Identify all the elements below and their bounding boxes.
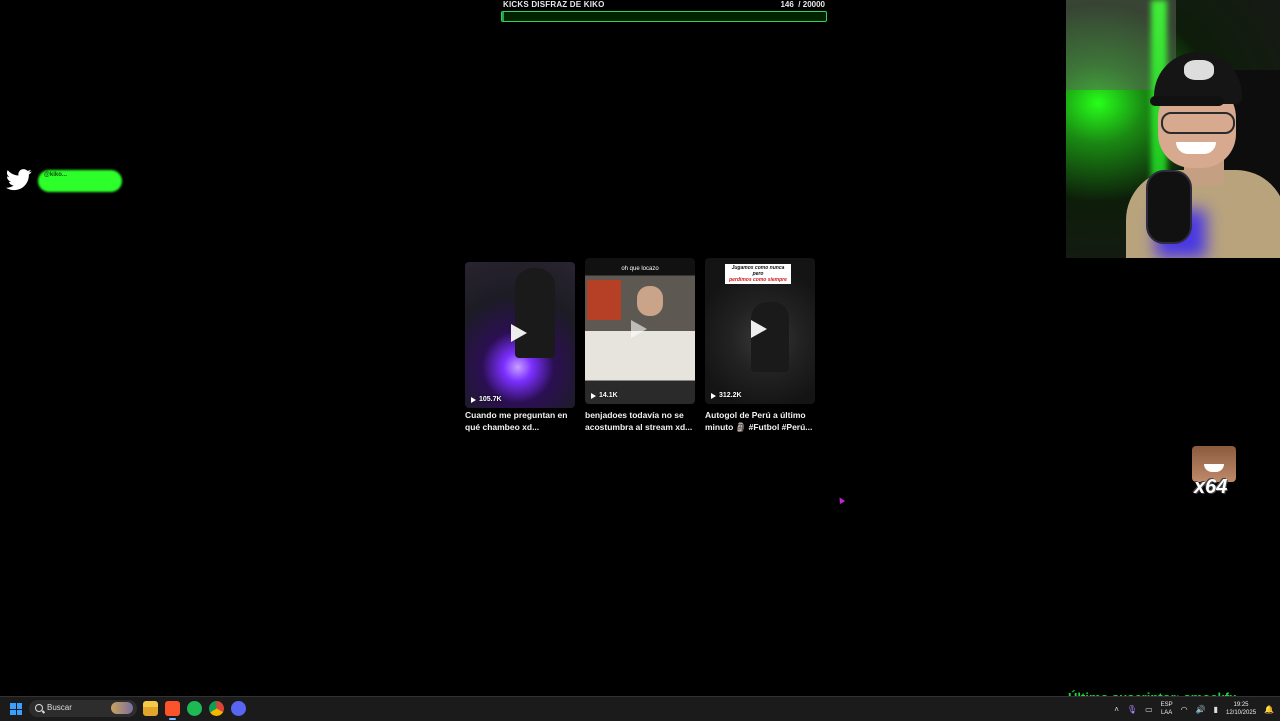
system-tray: ˄ 🎙 ▭ ESP LAA ◠ 🔊 ▮ 19:25 12/10/2025 🔔 — [1114, 699, 1274, 719]
video-thumbnail[interactable]: oh que locazo 14.1K — [585, 258, 695, 404]
search-highlight-icon — [111, 702, 133, 714]
discord-icon[interactable] — [231, 701, 246, 716]
video-thumbnail[interactable]: 105.7K — [465, 262, 575, 408]
twitter-handle: @kiko... — [44, 172, 67, 178]
goal-progress-fill — [502, 12, 505, 21]
video-caption-overlay: Jugamos como nunca pero perdimos como si… — [725, 264, 791, 284]
play-icon[interactable] — [511, 324, 527, 342]
spotify-icon[interactable] — [187, 701, 202, 716]
play-small-icon — [591, 392, 596, 399]
webcam-glasses — [1161, 112, 1235, 134]
brave-browser-icon[interactable] — [165, 701, 180, 720]
mic-icon[interactable]: 🎙 — [1127, 705, 1137, 714]
webcam-smile — [1176, 142, 1216, 154]
battery-icon[interactable]: ▮ — [1214, 705, 1218, 714]
play-small-icon — [471, 396, 476, 403]
kicks-goal-widget: KICKS DISFRAZ DE KIKO 146 / 20000 — [501, 0, 827, 23]
goal-title: KICKS DISFRAZ DE KIKO — [503, 0, 605, 9]
view-count: 14.1K — [591, 392, 618, 399]
video-poster-shape — [587, 280, 621, 320]
webcam-feed — [1066, 0, 1280, 258]
network-icon[interactable]: ▭ — [1145, 705, 1153, 714]
taskbar-search[interactable]: Buscar — [29, 700, 137, 717]
video-card[interactable]: 105.7K Cuando me preguntan en qué chambe… — [465, 258, 575, 433]
language-indicator[interactable]: ESP LAA — [1161, 701, 1173, 717]
video-thumbnail[interactable]: Jugamos como nunca pero perdimos como si… — [705, 258, 815, 404]
volume-icon[interactable]: 🔊 — [1196, 705, 1206, 714]
search-placeholder: Buscar — [47, 703, 72, 712]
goal-progress-bar — [501, 11, 827, 22]
play-small-icon — [711, 392, 716, 399]
webcam-cap-logo — [1184, 60, 1214, 80]
emote-combo: x64 — [1192, 446, 1236, 498]
video-face-shape — [637, 286, 663, 316]
show-hidden-icons-icon[interactable]: ˄ — [1114, 705, 1119, 714]
video-title[interactable]: Autogol de Perú a último minuto 🗿 #Futbo… — [705, 409, 815, 433]
windows-taskbar: Buscar ˄ 🎙 ▭ ESP LAA ◠ 🔊 ▮ 19:25 12/10/2… — [0, 696, 1280, 721]
goal-count: 146 / 20000 — [780, 0, 825, 9]
video-card[interactable]: oh que locazo 14.1K benjadoes todavía no… — [585, 258, 695, 433]
webcam-microphone — [1146, 170, 1192, 244]
video-person-shape — [515, 268, 555, 358]
twitter-bird-icon — [6, 169, 32, 191]
video-title[interactable]: benjadoes todavía no se acostumbra al st… — [585, 409, 695, 433]
play-icon[interactable] — [751, 320, 767, 338]
clock[interactable]: 19:25 12/10/2025 — [1226, 701, 1256, 717]
search-icon — [35, 704, 43, 712]
mouse-cursor-icon — [836, 495, 846, 505]
file-explorer-icon[interactable] — [143, 701, 158, 716]
chrome-icon[interactable] — [209, 701, 224, 716]
view-count: 105.7K — [471, 396, 502, 403]
video-title[interactable]: Cuando me preguntan en qué chambeo xd... — [465, 409, 575, 433]
wifi-icon[interactable]: ◠ — [1181, 705, 1188, 714]
view-count: 312.2K — [711, 392, 742, 399]
video-caption-overlay: oh que locazo — [621, 266, 659, 272]
twitter-handle-widget: @kiko... — [6, 168, 122, 194]
webcam-cap-brim — [1150, 96, 1224, 106]
notifications-icon[interactable]: 🔔 — [1264, 705, 1274, 714]
video-card[interactable]: Jugamos como nunca pero perdimos como si… — [705, 258, 815, 433]
play-icon[interactable] — [631, 320, 647, 338]
emote-count: x64 — [1194, 476, 1228, 498]
windows-start-icon[interactable] — [10, 703, 22, 715]
